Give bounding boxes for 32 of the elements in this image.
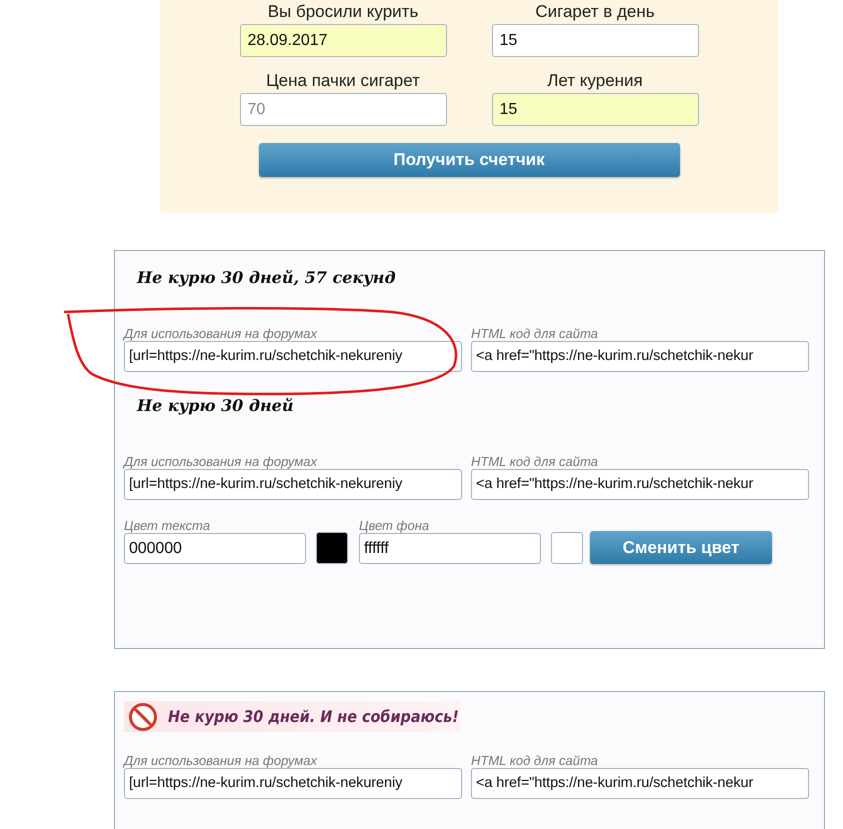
field-label: Для использования на форумах — [124, 454, 318, 469]
html-code-field[interactable]: <a href="https://ne-kurim.ru/schetchik-nekur — [471, 469, 809, 500]
field-label: Для использования на форумах — [124, 326, 318, 341]
change-color-button[interactable]: Сменить цвет — [590, 531, 772, 564]
html-code-field[interactable]: <a href="https://ne-kurim.ru/schetchik-nekur — [471, 341, 809, 372]
field-label: HTML код для сайта — [471, 753, 599, 768]
field-label: Вы бросили курить — [268, 2, 418, 22]
color-field[interactable]: 000000 — [124, 533, 306, 564]
field-label: HTML код для сайта — [471, 326, 599, 341]
html-code-field[interactable]: <a href="https://ne-kurim.ru/schetchik-nekur — [471, 768, 809, 799]
field-label: Лет курения — [547, 71, 643, 91]
input-field[interactable]: 70 — [240, 93, 446, 126]
field-label: HTML код для сайта — [471, 454, 599, 469]
field-label: Цена пачки сигарет — [266, 71, 420, 91]
banner-title: Не курю 30 дней. И не собираюсь! — [168, 707, 459, 726]
field-label: Сигарет в день — [535, 2, 655, 22]
counter-title: Не курю 30 дней, 57 секунд — [136, 267, 397, 289]
field-label: Цвет фона — [359, 518, 430, 533]
counter-title: Не курю 30 дней — [136, 395, 294, 417]
input-field[interactable]: 28.09.2017 — [240, 24, 446, 57]
field-label: Цвет текста — [124, 518, 211, 533]
input-field[interactable]: 15 — [492, 93, 698, 126]
no-smoking-icon — [128, 702, 158, 732]
forum-code-field[interactable]: [url=https://ne-kurim.ru/schetchik-nekureniy — [124, 768, 462, 799]
color-field[interactable]: ffffff — [359, 533, 541, 564]
forum-code-field[interactable]: [url=https://ne-kurim.ru/schetchik-nekureniy — [124, 469, 462, 500]
input-field[interactable]: 15 — [492, 24, 698, 57]
forum-code-field[interactable]: [url=https://ne-kurim.ru/schetchik-nekureniy — [124, 341, 462, 372]
field-label: Для использования на форумах — [124, 753, 318, 768]
color-swatch[interactable] — [316, 532, 348, 564]
get-counter-button[interactable]: Получить счетчик — [258, 143, 680, 177]
color-swatch[interactable] — [551, 532, 583, 564]
